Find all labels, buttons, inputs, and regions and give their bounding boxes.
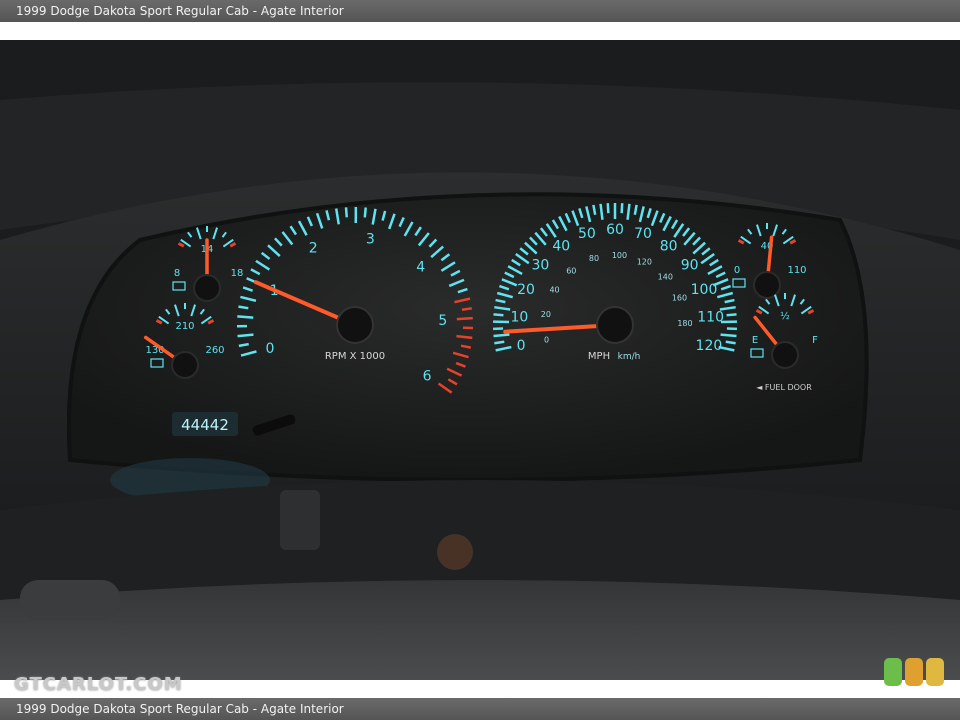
gauge-tick [456,334,473,340]
gauge-tick [606,203,610,214]
voltage-label: 8 [174,268,180,279]
tach-label: 5 [438,313,447,329]
caption-bottom: 1999 Dodge Dakota Sport Regular Cab - Ag… [0,698,960,720]
gauge-tick [493,313,504,317]
speedo-mph-label: 10 [510,310,528,326]
badge-dot [884,658,902,686]
voltage-label: 18 [231,268,244,279]
speedo-kmh-label: 0 [544,336,549,345]
tach-label: 6 [423,368,432,384]
badge-dots [884,658,944,686]
speedo-mph-label: 60 [606,222,624,238]
gauge-tick [344,207,349,218]
speedo-kmh-label: 40 [549,286,559,295]
speedo-kmh-label: 100 [612,251,627,260]
tach-label: 3 [366,231,375,247]
tach-label: 4 [416,259,425,275]
tach-label: 0 [266,341,275,357]
gauge-tick [238,305,249,310]
needle-hub [171,351,199,379]
badge-dot [926,658,944,686]
speedo-mph-label: 30 [531,258,549,274]
speedo-mph-label: 70 [634,226,652,242]
fuel-label: ½ [780,310,790,322]
speedo-mph-label: 100 [691,282,718,298]
speedo-kmh-label: 140 [658,272,673,281]
gauge-tick [633,204,638,215]
speedo-kmh-label: 80 [589,254,599,263]
gauge-tick [237,333,254,338]
gauge-tick [592,204,597,215]
fuel-label: E [752,335,758,346]
speedo-kmh-label: 60 [566,266,576,275]
caption-top: 1999 Dodge Dakota Sport Regular Cab - Ag… [0,0,960,22]
needle-hub [753,271,781,299]
badge-dot [905,658,923,686]
needle-hub [596,306,634,344]
gauge-tick [456,316,473,321]
gauge-tick [238,342,249,348]
fuel-door-label: ◄ FUEL DOOR [756,383,812,392]
gauge-tick [620,203,624,214]
watermark: GTCARLOT.COM [14,674,183,695]
gauge-tick [237,315,254,319]
needle-hub [771,341,799,369]
speedo-kmh-label: 160 [672,294,687,303]
needle-hub [193,274,221,302]
steering-wheel [0,580,960,680]
gauge-tick [493,333,510,338]
speedo-mph-label: 110 [697,310,724,326]
gauge-tick [461,307,472,311]
gauge-tick [720,333,737,338]
tach-unit: RPM X 1000 [325,351,385,362]
speedo-kmh-label: 20 [541,310,551,319]
needle-hub [336,306,374,344]
oil-label: 110 [787,265,806,276]
speedo-mph-label: 50 [578,226,596,242]
gauge-tick [494,340,505,345]
speedo-mph-label: 40 [552,238,570,254]
tach-label: 2 [309,241,318,257]
speedo-mph-label: 80 [660,238,678,254]
gauge-tick [363,207,367,218]
speedo-unit-kmh: km/h [618,352,641,362]
dashboard-photo: 0123456RPM X 100001020304050607080901001… [0,40,960,680]
fuel-label: F [812,335,818,346]
speedo-mph-label: 120 [696,338,723,354]
oil-label: 0 [734,265,740,276]
temp-label: 210 [175,321,194,332]
speedo-unit-mph: MPH [588,351,610,362]
speedo-mph-label: 20 [517,282,535,298]
gauge-tick [726,313,737,317]
speedo-mph-label: 0 [517,338,526,354]
odometer-value: 44442 [181,416,229,434]
speedo-mph-label: 90 [681,258,699,274]
speedo-kmh-label: 120 [637,257,652,266]
temp-label: 260 [205,345,224,356]
speedo-kmh-label: 180 [677,319,692,328]
gauge-tick [725,340,736,345]
